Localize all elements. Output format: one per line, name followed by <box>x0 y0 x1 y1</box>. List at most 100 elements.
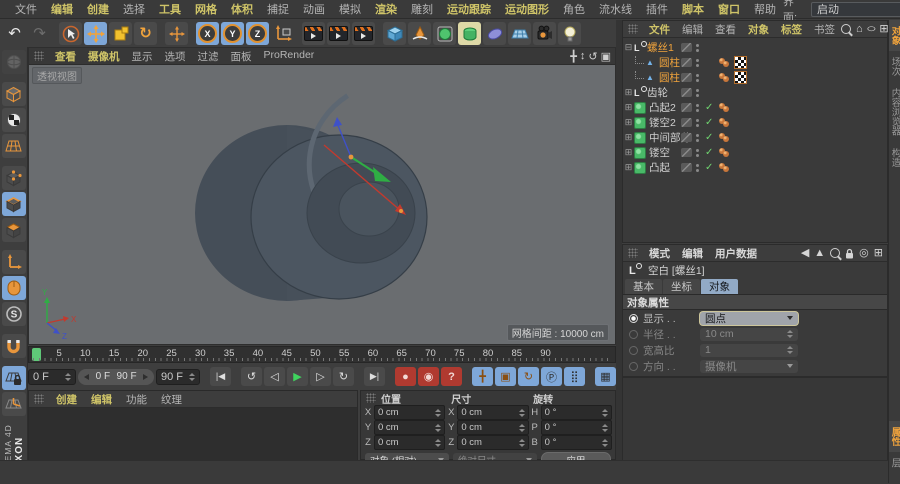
spinner-icon[interactable] <box>431 424 441 432</box>
add-floor-button[interactable] <box>508 22 531 45</box>
object-manager-menu-item[interactable]: 书签 <box>808 22 841 37</box>
panel-tab[interactable]: 场次 <box>889 51 900 82</box>
texture-mode-button[interactable] <box>2 108 26 132</box>
object-row[interactable]: ⊞ 镂空 ✓ <box>623 145 887 160</box>
object-label[interactable]: 镂空2 <box>649 115 676 130</box>
up-icon[interactable]: ▲ <box>814 248 825 259</box>
material-menu-item[interactable]: 纹理 <box>154 392 189 407</box>
enabled-check-icon[interactable]: ✓ <box>705 147 713 158</box>
spinner-icon[interactable] <box>598 439 608 447</box>
object-label[interactable]: 镂空 <box>649 145 670 160</box>
param-radio[interactable] <box>629 314 638 323</box>
phong-tag-icon[interactable] <box>719 118 730 127</box>
add-icon[interactable]: ⊞ <box>874 248 883 259</box>
x-axis-lock-button[interactable]: X <box>196 22 219 45</box>
menu-item[interactable]: 模拟 <box>332 1 368 17</box>
aspect-ratio-field[interactable]: 1 <box>700 344 798 357</box>
search-icon[interactable] <box>830 248 840 258</box>
simulation-button[interactable] <box>483 22 506 45</box>
render-region-button[interactable] <box>327 22 350 45</box>
go-end-button[interactable]: ▶| <box>364 367 385 386</box>
lock-workplane-button[interactable] <box>2 366 26 390</box>
phong-tag-icon[interactable] <box>719 73 730 82</box>
enabled-check-icon[interactable]: ✓ <box>705 162 713 173</box>
menu-item[interactable]: 帮助 <box>747 1 783 17</box>
collapse-icon[interactable]: ⊟ <box>623 42 634 53</box>
add-spline-button[interactable] <box>408 22 431 45</box>
param-radio[interactable] <box>629 362 638 371</box>
panel-tab[interactable]: 层 <box>889 452 900 474</box>
object-row[interactable]: ⊟ L 螺丝1 <box>623 40 887 55</box>
go-start-button[interactable]: |◀ <box>210 367 231 386</box>
phong-tag-icon[interactable] <box>719 58 730 67</box>
panel-tab[interactable]: 内容浏览器 <box>889 82 900 142</box>
visibility-dots[interactable] <box>696 59 699 67</box>
live-selection-button[interactable] <box>59 22 82 45</box>
coordinate-system-button[interactable] <box>271 22 294 45</box>
expand-icon[interactable]: ⊞ <box>623 87 634 98</box>
pos-y-field[interactable]: 0 cm <box>374 420 445 435</box>
menu-item[interactable]: 插件 <box>639 1 675 17</box>
enabled-check-icon[interactable]: ✓ <box>705 117 713 128</box>
render-view-button[interactable] <box>302 22 325 45</box>
visibility-dots[interactable] <box>696 119 699 127</box>
object-row[interactable]: ⊞ 凸起 ✓ <box>623 160 887 175</box>
visibility-dots[interactable] <box>696 164 699 172</box>
viewport-move-icon[interactable]: ╋ <box>570 50 577 63</box>
edges-mode-button[interactable] <box>2 192 26 216</box>
viewport-menu-item[interactable]: 面板 <box>225 49 258 64</box>
menu-item[interactable]: 选择 <box>116 1 152 17</box>
panel-splitter[interactable] <box>616 20 622 460</box>
expand-icon[interactable]: ⊞ <box>623 102 634 113</box>
attribute-menu-item[interactable]: 模式 <box>643 246 676 261</box>
object-label[interactable]: 螺丝1 <box>647 40 674 55</box>
object-row[interactable]: ⊞ 镂空2 ✓ <box>623 115 887 130</box>
texture-tag-icon[interactable] <box>734 56 747 69</box>
rotate-tool-button[interactable]: ↻ <box>134 22 157 45</box>
interface-select[interactable]: 启动 <box>811 2 900 17</box>
material-menu-item[interactable]: 创建 <box>49 392 84 407</box>
add-generator-button[interactable] <box>458 22 481 45</box>
expand-icon[interactable]: ⊞ <box>623 117 634 128</box>
object-label[interactable]: 凸起 <box>649 160 670 175</box>
menu-item[interactable]: 动画 <box>296 1 332 17</box>
home-icon[interactable]: ⌂ <box>856 24 863 35</box>
rot-p-field[interactable]: 0 ° <box>541 420 612 435</box>
attribute-tab[interactable]: 坐标 <box>663 279 700 294</box>
spinner-icon[interactable] <box>515 409 525 417</box>
size-y-field[interactable]: 0 cm <box>457 420 528 435</box>
attribute-menu-item[interactable]: 用户数据 <box>709 246 763 261</box>
visibility-dots[interactable] <box>696 134 699 142</box>
scale-tool-button[interactable] <box>109 22 132 45</box>
menu-item[interactable]: 工具 <box>152 1 188 17</box>
layer-swatch[interactable] <box>681 43 692 52</box>
object-manager-menu-item[interactable]: 对象 <box>742 22 775 37</box>
viewport-menu-item[interactable]: 选项 <box>159 49 192 64</box>
phong-tag-icon[interactable] <box>719 133 730 142</box>
timeline-ruler[interactable]: 051015202530354045505560657075808590 <box>28 346 616 363</box>
layer-swatch[interactable] <box>681 103 692 112</box>
layer-swatch[interactable] <box>681 118 692 127</box>
eye-icon[interactable]: ○ <box>866 24 877 35</box>
phong-tag-icon[interactable] <box>719 148 730 157</box>
param-radio[interactable] <box>629 346 638 355</box>
viewport-menu-item[interactable]: 摄像机 <box>82 49 126 64</box>
menu-item[interactable]: 编辑 <box>44 1 80 17</box>
viewport-maximize-icon[interactable]: ▣ <box>601 50 611 63</box>
y-axis-lock-button[interactable]: Y <box>221 22 244 45</box>
key-scale-toggle[interactable]: ▣ <box>495 367 516 386</box>
rot-h-field[interactable]: 0 ° <box>541 405 612 420</box>
panel-grip-icon[interactable] <box>34 51 44 61</box>
polygons-mode-button[interactable] <box>2 218 26 242</box>
last-tool-button[interactable] <box>165 22 188 45</box>
object-row[interactable]: ▲ 圆柱.1 <box>623 70 887 85</box>
object-label[interactable]: 凸起2 <box>649 100 676 115</box>
visibility-dots[interactable] <box>696 74 699 82</box>
search-icon[interactable] <box>841 24 851 34</box>
viewport-menu-item[interactable]: ProRender <box>258 49 321 64</box>
menu-item[interactable]: 渲染 <box>368 1 404 17</box>
spinner-icon[interactable] <box>61 373 71 381</box>
menu-item[interactable]: 流水线 <box>592 1 639 17</box>
material-list-area[interactable] <box>29 408 357 460</box>
key-parameter-toggle[interactable]: Ⓟ <box>541 367 562 386</box>
